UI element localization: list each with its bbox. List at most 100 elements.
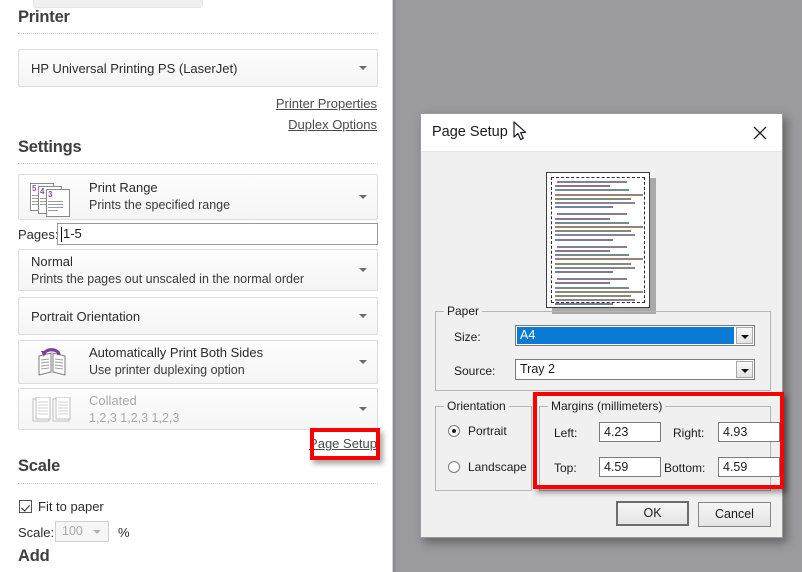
printer-select[interactable]: HP Universal Printing PS (LaserJet) [18,49,378,87]
page-icon-number: 5 [32,184,37,193]
cancel-button-label: Cancel [715,507,754,521]
duplex-icon [31,348,73,378]
ok-button[interactable]: OK [616,501,689,526]
settings-section-heading: Settings [18,138,82,156]
chevron-down-icon [359,314,367,318]
chevron-down-icon [359,195,367,199]
scaling-select[interactable]: Normal Prints the pages out unscaled in … [18,249,378,291]
cancel-button[interactable]: Cancel [698,502,771,527]
preview-text-line [555,197,631,200]
preview-text-line [555,226,643,228]
page-setup-highlight [310,428,380,460]
chevron-down-icon [359,360,367,364]
print-range-icon: 5 4 3 [30,183,74,217]
printer-section-heading: Printer [18,8,70,26]
preview-text-line [555,202,635,204]
chevron-down-icon [359,407,367,411]
partial-top-button[interactable] [33,0,203,8]
preview-text-line [555,234,635,237]
scale-section-divider [18,483,378,485]
scaling-title: Normal [31,254,73,269]
orientation-group: Orientation [435,399,532,491]
paper-size-select[interactable]: A4 [515,325,755,346]
page-icon-number: 4 [40,187,45,196]
close-icon[interactable] [738,114,782,151]
preview-text-line [555,258,643,261]
preview-text-line [555,185,610,188]
landscape-label: Landscape [468,460,527,474]
printer-select-value: HP Universal Printing PS (LaserJet) [31,61,238,76]
orientation-title: Portrait Orientation [31,309,141,324]
chevron-down-icon[interactable] [736,327,753,344]
scaling-subtitle: Prints the pages out unscaled in the nor… [31,272,305,286]
orientation-select[interactable]: Portrait Orientation [18,297,378,335]
chevron-down-icon [359,66,367,70]
paper-source-select[interactable]: Tray 2 [515,359,755,380]
duplex-title: Automatically Print Both Sides [89,345,264,360]
scale-value: 100 [62,524,83,538]
fit-to-paper-checkbox[interactable] [19,500,32,513]
chevron-down-icon [359,268,367,272]
portrait-radio[interactable] [448,425,460,437]
printer-properties-link[interactable]: Printer Properties [276,96,377,111]
landscape-radio[interactable] [448,461,460,473]
print-range-subtitle: Prints the specified range [89,198,231,212]
margins-highlight [533,392,784,489]
text-caret [61,227,62,242]
preview-text-line [555,271,613,273]
preview-text-line [555,193,643,196]
collation-title: Collated [89,393,137,408]
pages-input-value: 1-5 [63,226,82,241]
preview-text-line [555,286,629,289]
ok-button-label: OK [643,506,662,520]
paper-source-label: Source: [454,364,496,378]
preview-text-line [555,238,613,241]
preview-text-line [555,250,610,252]
pane-shadow [393,0,397,572]
preview-text-line [557,278,627,281]
preview-text-line [555,290,643,293]
preview-text-line [555,221,629,224]
preview-text-line [555,189,629,192]
preview-text-line [555,295,631,297]
print-range-title: Print Range [89,180,158,195]
preview-text-line [555,230,631,233]
scale-label: Scale: [18,525,55,540]
duplex-options-link[interactable]: Duplex Options [288,117,377,132]
preview-text-line [555,206,613,209]
page-preview [546,172,650,308]
preview-text-line [555,217,610,220]
paper-group-legend: Paper [447,304,480,318]
collation-icon [31,396,73,423]
percent-symbol: % [118,525,130,540]
collation-select[interactable]: Collated 1,2,3 1,2,3 1,2,3 [18,388,378,430]
print-settings-pane: Printer HP Universal Printing PS (LaserJ… [0,0,393,572]
printer-section-divider [18,33,378,35]
print-range-select[interactable]: 5 4 3 Print Range Prints the specified r… [18,174,378,220]
pages-label: Pages: [18,227,59,242]
preview-text-line [555,254,629,257]
pages-input[interactable]: 1-5 [57,223,378,245]
duplex-select[interactable]: Automatically Print Both Sides Use print… [18,340,378,384]
selection-highlight [517,327,734,344]
scale-section-heading: Scale [18,457,61,475]
paper-size-value: A4 [520,328,536,342]
preview-text-line [557,181,627,183]
dialog-title: Page Setup [432,124,508,140]
page-icon-number: 3 [48,190,53,199]
settings-section-divider [18,163,378,165]
portrait-label: Portrait [468,424,507,438]
chevron-down-icon[interactable] [736,361,753,378]
preview-text-line [555,262,631,265]
paper-source-value: Tray 2 [520,362,555,376]
add-section-heading: Add [18,547,50,565]
duplex-subtitle: Use printer duplexing option [89,363,245,377]
preview-text-line [557,213,627,216]
preview-text-line [555,282,610,285]
collation-subtitle: 1,2,3 1,2,3 1,2,3 [89,411,180,425]
chevron-down-icon [93,530,101,534]
orientation-group-legend: Orientation [447,399,506,413]
scale-select[interactable]: 100 [55,521,109,542]
paper-size-label: Size: [454,330,481,344]
dialog-title-bar: Page Setup [421,114,782,152]
